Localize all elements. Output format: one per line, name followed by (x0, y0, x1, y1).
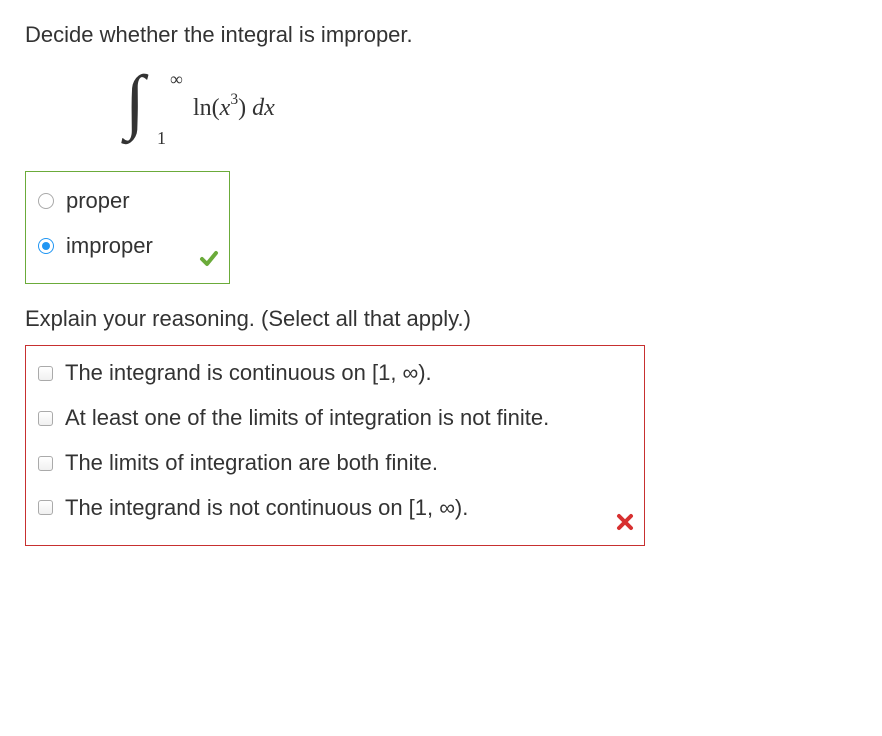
checkbox-label-2: At least one of the limits of integratio… (65, 403, 549, 434)
integrand-exponent: 3 (230, 91, 238, 108)
integrand: ln(x3) dx (193, 91, 275, 126)
checkbox-label-1: The integrand is continuous on [1, ∞). (65, 358, 432, 389)
checkbox-option-2[interactable]: At least one of the limits of integratio… (38, 403, 628, 434)
checkbox-square (38, 500, 53, 515)
integral-sign: ∫ (125, 66, 145, 136)
integrand-func-prefix: ln( (193, 95, 220, 121)
radio-circle-selected (38, 238, 54, 254)
checkbox-square (38, 411, 53, 426)
checkbox-option-1[interactable]: The integrand is continuous on [1, ∞). (38, 358, 628, 389)
checkbox-option-3[interactable]: The limits of integration are both finit… (38, 448, 628, 479)
radio-option-proper[interactable]: proper (38, 186, 211, 217)
checkbox-label-3: The limits of integration are both finit… (65, 448, 438, 479)
radio-label-improper: improper (66, 231, 153, 262)
checkbox-square (38, 366, 53, 381)
check-icon (199, 247, 219, 278)
checkbox-square (38, 456, 53, 471)
answer-radio-group: proper improper (25, 171, 230, 285)
question-prompt: Decide whether the integral is improper. (25, 20, 857, 51)
checkbox-option-4[interactable]: The integrand is not continuous on [1, ∞… (38, 493, 628, 524)
radio-option-improper[interactable]: improper (38, 231, 211, 262)
x-icon (616, 509, 634, 540)
radio-inner-dot (42, 242, 50, 250)
reasoning-checkbox-group: The integrand is continuous on [1, ∞). A… (25, 345, 645, 546)
integral-upper-limit: ∞ (170, 67, 183, 92)
radio-circle-unselected (38, 193, 54, 209)
radio-label-proper: proper (66, 186, 130, 217)
checkbox-label-4: The integrand is not continuous on [1, ∞… (65, 493, 468, 524)
reasoning-prompt: Explain your reasoning. (Select all that… (25, 304, 857, 335)
integral-expression: ∫ ∞ 1 ln(x3) dx (125, 71, 857, 151)
integral-lower-limit: 1 (157, 126, 166, 151)
integrand-func-suffix: ) (238, 95, 252, 121)
integrand-dvar: dx (252, 95, 275, 121)
integrand-var: x (220, 95, 231, 121)
